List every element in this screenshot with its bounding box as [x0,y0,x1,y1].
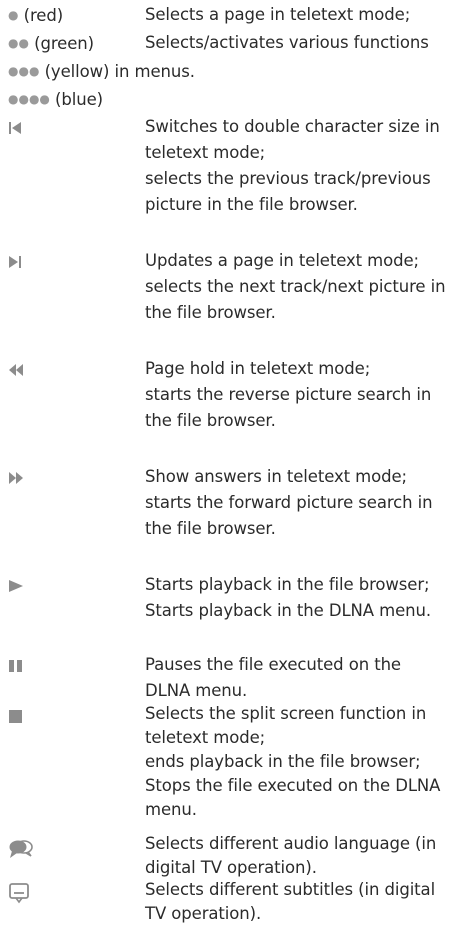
subtitles-icon [8,882,30,904]
color-key-desc-3: in menus. [114,62,195,81]
stop-desc-line: menu. [145,800,197,819]
dot-icon: ● [8,8,19,22]
dot-icon: ●●● [8,64,40,78]
skip-back-desc-line: picture in the file browser. [145,195,358,214]
skip-back-desc-line: selects the previous track/previous [145,169,431,188]
blue-key: ●●●● (blue) [8,86,103,113]
skip-back-desc-line: teletext mode; [145,143,266,162]
rewind-desc-line: the file browser. [145,411,276,430]
subtitles-desc-line: Selects different subtitles (in digital [145,880,436,899]
blue-key-label: (blue) [55,90,103,109]
stop-desc-line: Stops the file executed on the DLNA [145,776,441,795]
stop-icon [8,709,24,723]
fast-forward-desc-line: Show answers in teletext mode; [145,467,408,486]
manual-page: ● (red) Selects a page in teletext mode;… [0,0,453,923]
rewind-desc-line: Page hold in teletext mode; [145,359,371,378]
audio-language-icon [8,838,34,860]
skip-back-desc-line: Switches to double character size in [145,117,440,136]
audio-language-desc-line: Selects different audio language (in [145,834,437,853]
skip-forward-desc-line: Updates a page in teletext mode; [145,251,420,270]
green-key: ●● (green) [8,30,94,57]
audio-language-desc-line: digital TV operation). [145,858,317,877]
skip-forward-icon [8,255,22,269]
skip-back-icon [8,121,22,135]
pause-desc-line: Pauses the file executed on the [145,655,401,674]
color-key-desc-1: Selects a page in teletext mode; [145,5,411,24]
play-desc-line: Starts playback in the file browser; [145,575,430,594]
skip-forward-desc-line: selects the next track/next picture in [145,277,446,296]
stop-desc-line: Selects the split screen function in [145,704,427,723]
fast-forward-desc-line: the file browser. [145,519,276,538]
fast-forward-desc-line: starts the forward picture search in [145,493,433,512]
yellow-key-label: (yellow) [44,62,110,81]
color-key-desc-2: Selects/activates various functions [145,33,429,52]
skip-forward-desc-line: the file browser. [145,303,276,322]
rewind-desc-line: starts the reverse picture search in [145,385,432,404]
red-key-label: (red) [23,6,64,25]
dot-icon: ●● [8,36,29,50]
pause-icon [8,659,24,673]
yellow-key: ●●● (yellow) in menus. [8,58,195,85]
dot-icon: ●●●● [8,92,50,106]
rewind-icon [8,363,24,377]
red-key: ● (red) [8,2,63,29]
green-key-label: (green) [34,34,94,53]
pause-desc-line: DLNA menu. [145,681,248,700]
play-icon [8,579,24,593]
subtitles-desc-line: TV operation). [145,904,262,923]
stop-desc-line: teletext mode; [145,728,266,747]
fast-forward-icon [8,471,24,485]
play-desc-line: Starts playback in the DLNA menu. [145,601,432,620]
stop-desc-line: ends playback in the file browser; [145,752,421,771]
